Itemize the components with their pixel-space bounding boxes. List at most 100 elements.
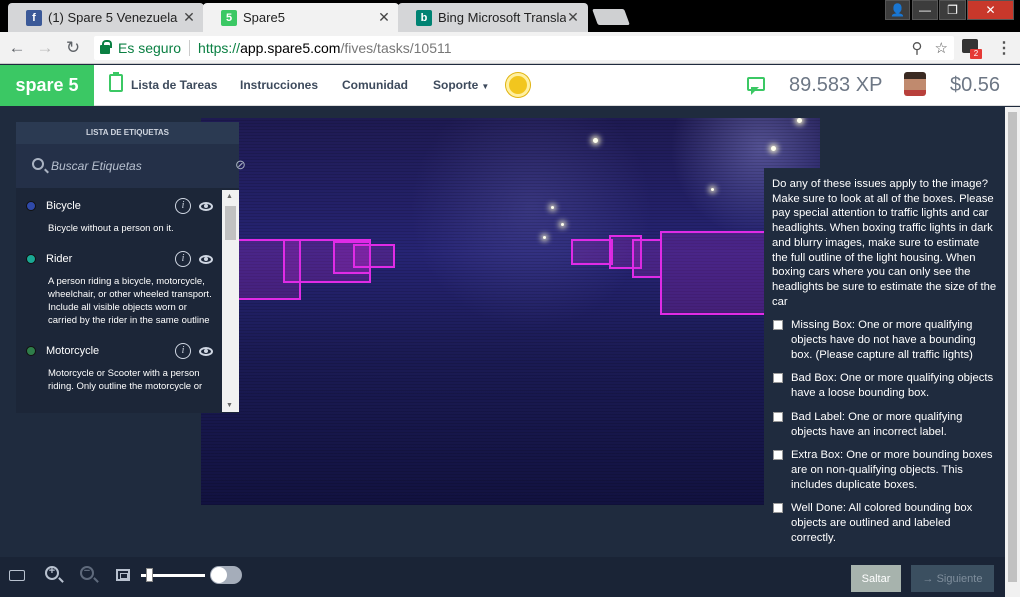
checkbox[interactable] xyxy=(773,320,783,331)
info-icon[interactable]: i xyxy=(175,251,191,267)
browser-tab-strip: f (1) Spare 5 Venezuela ✕ 5 Spare5 ✕ b B… xyxy=(0,0,1020,32)
zoom-out-icon[interactable]: − xyxy=(80,565,94,580)
url-path: /fives/tasks/10511 xyxy=(340,40,452,56)
tab-bing[interactable]: b Bing Microsoft Translato ✕ xyxy=(398,3,588,32)
facebook-icon: f xyxy=(26,9,42,26)
chat-icon[interactable] xyxy=(747,77,765,95)
label-item-bicycle[interactable]: Bicycle i Bicycle without a person on it… xyxy=(16,188,223,241)
next-button[interactable]: → Siguiente xyxy=(911,565,994,592)
checkbox[interactable] xyxy=(773,450,783,461)
nav-community[interactable]: Comunidad xyxy=(342,78,408,92)
close-icon[interactable]: ✕ xyxy=(377,9,391,26)
url-divider xyxy=(189,40,191,56)
label-list: Bicycle i Bicycle without a person on it… xyxy=(16,188,223,413)
address-toolbar: ← → ↻ Es seguro https:// app.spare5.com … xyxy=(0,32,1020,64)
coin-icon[interactable] xyxy=(506,73,530,97)
url-host: app.spare5.com xyxy=(240,40,341,56)
caret-down-icon: ▼ xyxy=(481,82,490,91)
url-scheme: https:// xyxy=(198,40,241,56)
bookmark-star-icon[interactable]: ☆ xyxy=(935,39,948,57)
label-item-motorcycle[interactable]: Motorcycle i Motorcycle or Scooter with … xyxy=(16,333,223,399)
label-list-title: LISTA DE ETIQUETAS xyxy=(16,122,239,144)
page-scrollbar[interactable] xyxy=(1005,107,1020,597)
skip-button[interactable]: Saltar xyxy=(851,565,901,592)
avatar[interactable] xyxy=(904,72,926,96)
bounding-box[interactable] xyxy=(571,239,613,265)
eye-off-icon[interactable]: ⊘ xyxy=(235,157,246,173)
new-tab-button[interactable] xyxy=(592,9,630,25)
browser-menu-icon[interactable]: ⋮ xyxy=(996,38,1012,58)
info-icon[interactable]: i xyxy=(175,198,191,214)
minimize-button[interactable]: — xyxy=(912,0,938,20)
nav-support[interactable]: Soporte ▼ xyxy=(433,78,489,92)
zoom-search-icon[interactable]: ⚲ xyxy=(912,39,923,57)
spare5-logo[interactable]: spare 5 xyxy=(0,65,94,106)
street-lamp xyxy=(561,223,564,226)
eye-icon[interactable] xyxy=(199,201,213,211)
keyboard-icon[interactable] xyxy=(9,570,25,581)
label-search-input[interactable] xyxy=(51,156,211,176)
scroll-down-icon[interactable]: ▼ xyxy=(226,402,233,409)
url-bar[interactable]: Es seguro https:// app.spare5.com /fives… xyxy=(94,36,954,60)
lock-icon xyxy=(100,40,112,54)
xp-counter: 89.583 XP xyxy=(789,74,883,96)
street-lamp xyxy=(551,206,554,209)
zoom-in-icon[interactable]: + xyxy=(45,565,59,580)
label-list-scrollbar[interactable]: ▲ ▼ xyxy=(222,190,239,412)
scrollbar-thumb[interactable] xyxy=(225,206,236,240)
bounding-box[interactable] xyxy=(353,244,395,268)
close-icon[interactable]: ✕ xyxy=(566,9,580,26)
eye-icon[interactable] xyxy=(199,254,213,264)
tab-facebook[interactable]: f (1) Spare 5 Venezuela ✕ xyxy=(8,3,204,32)
close-icon[interactable]: ✕ xyxy=(182,9,196,26)
bounding-box[interactable] xyxy=(632,239,662,278)
window-close-button[interactable]: ✕ xyxy=(967,0,1014,20)
forward-arrow-icon[interactable]: → xyxy=(34,37,56,59)
extension-badge: 2 xyxy=(970,49,982,59)
label-name: Motorcycle xyxy=(46,345,100,357)
option-missing-box[interactable]: Missing Box: One or more qualifying obje… xyxy=(772,318,997,362)
label-color-dot xyxy=(26,254,36,264)
label-list-panel: LISTA DE ETIQUETAS ⊘ Bicycle i Bicycle w… xyxy=(16,122,246,413)
street-lamp xyxy=(543,236,546,239)
label-description: Motorcycle or Scooter with a person ridi… xyxy=(48,368,203,392)
eye-icon[interactable] xyxy=(199,346,213,356)
option-bad-box[interactable]: Bad Box: One or more qualifying objects … xyxy=(772,371,997,400)
nav-instructions[interactable]: Instrucciones xyxy=(240,78,318,92)
maximize-button[interactable]: ❐ xyxy=(939,0,966,20)
annotation-image[interactable] xyxy=(201,118,820,505)
info-icon[interactable]: i xyxy=(175,343,191,359)
label-name: Rider xyxy=(46,253,73,265)
label-color-dot xyxy=(26,201,36,211)
zoom-slider-handle[interactable] xyxy=(146,568,153,582)
label-item-rider[interactable]: Rider i A person riding a bicycle, motor… xyxy=(16,241,223,333)
tab-spare5[interactable]: 5 Spare5 ✕ xyxy=(203,3,399,32)
bounding-box[interactable] xyxy=(660,231,768,315)
street-lamp xyxy=(711,188,714,191)
label-description: A person riding a bicycle, motorcycle, w… xyxy=(48,276,212,326)
checkbox[interactable] xyxy=(773,411,783,422)
label-search xyxy=(16,144,239,188)
bing-icon: b xyxy=(416,9,432,26)
option-well-done[interactable]: Well Done: All colored bounding box obje… xyxy=(772,501,997,545)
spare5-icon: 5 xyxy=(221,9,237,26)
app-header: spare 5 Lista de Tareas Instrucciones Co… xyxy=(0,65,1020,106)
user-icon[interactable]: 👤 xyxy=(885,0,910,20)
checkbox[interactable] xyxy=(773,503,783,514)
scroll-up-icon[interactable]: ▲ xyxy=(226,193,233,200)
option-bad-label[interactable]: Bad Label: One or more qualifying object… xyxy=(772,410,997,439)
boxes-toggle[interactable] xyxy=(210,566,242,584)
nav-support-label: Soporte xyxy=(433,78,479,92)
street-lamp xyxy=(593,138,598,143)
nav-task-list[interactable]: Lista de Tareas xyxy=(109,72,217,92)
street-lamp xyxy=(797,118,802,123)
question-prompt: Do any of these issues apply to the imag… xyxy=(772,178,997,308)
label-description: Bicycle without a person on it. xyxy=(48,223,174,234)
option-extra-box[interactable]: Extra Box: One or more bounding boxes ar… xyxy=(772,448,997,492)
option-label: Bad Box: One or more qualifying objects … xyxy=(791,372,994,400)
checkbox[interactable] xyxy=(773,373,783,384)
back-arrow-icon[interactable]: ← xyxy=(6,37,28,59)
scrollbar-thumb[interactable] xyxy=(1008,112,1017,582)
fit-to-screen-icon[interactable] xyxy=(116,569,130,581)
reload-icon[interactable]: ↻ xyxy=(62,37,84,59)
